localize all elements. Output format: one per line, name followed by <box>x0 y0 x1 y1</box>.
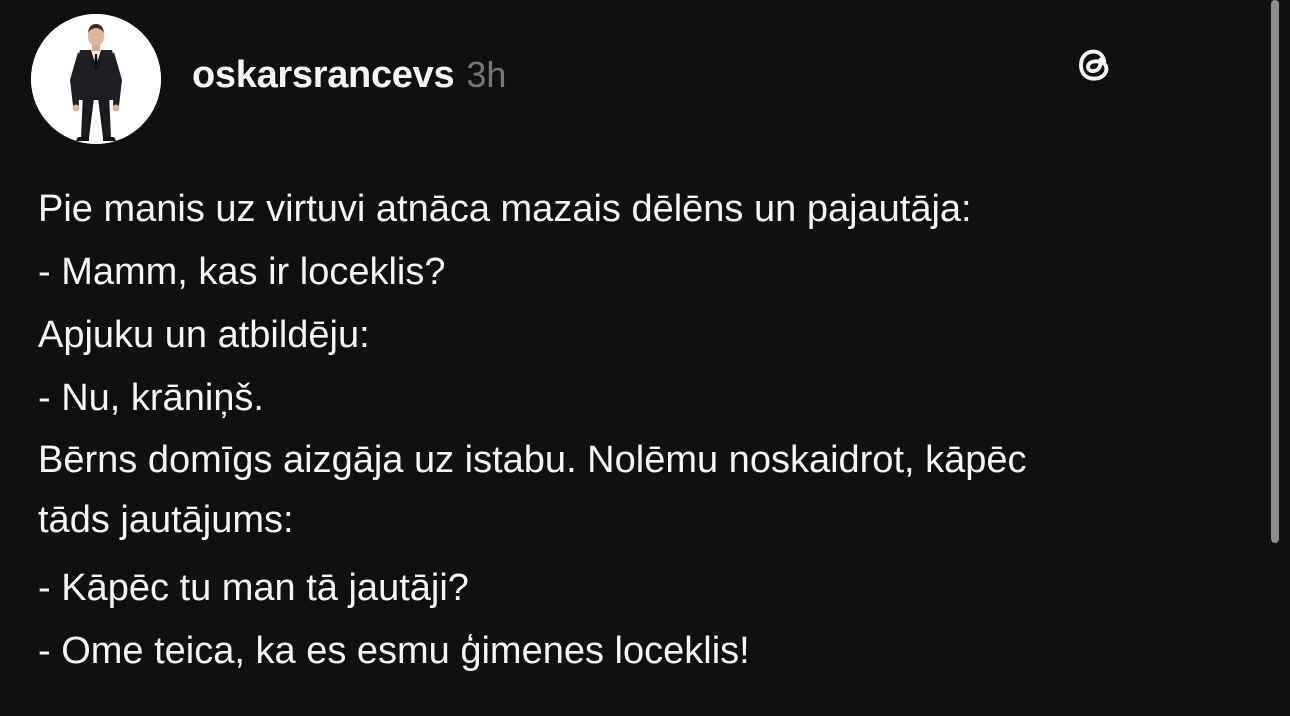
threads-logo-icon[interactable] <box>1068 38 1120 90</box>
avatar[interactable] <box>31 14 161 144</box>
post-text: Pie manis uz virtuvi atnāca mazais dēlēn… <box>38 178 1248 683</box>
post-text-line: tāds jautājums: <box>38 499 294 541</box>
post-header: oskarsrancevs 3h <box>192 54 506 106</box>
post-text-line: - Ome teica, ka es esmu ģimenes loceklis… <box>38 630 750 672</box>
scrollbar[interactable] <box>1271 0 1279 543</box>
threads-logo-svg <box>1079 49 1109 81</box>
post-timestamp[interactable]: 3h <box>466 54 506 96</box>
post-text-line: Apjuku un atbildēju: <box>38 314 370 356</box>
post-text-line: - Kāpēc tu man tā jautāji? <box>38 567 469 609</box>
username-link[interactable]: oskarsrancevs <box>192 54 455 97</box>
avatar-photo <box>31 14 161 144</box>
post-text-line: Pie manis uz virtuvi atnāca mazais dēlēn… <box>38 188 972 230</box>
post-text-line: - Mamm, kas ir loceklis? <box>38 251 446 293</box>
post-text-line: - Nu, krāniņš. <box>38 377 264 419</box>
post-text-line: Bērns domīgs aizgāja uz istabu. Nolēmu n… <box>38 439 1027 481</box>
